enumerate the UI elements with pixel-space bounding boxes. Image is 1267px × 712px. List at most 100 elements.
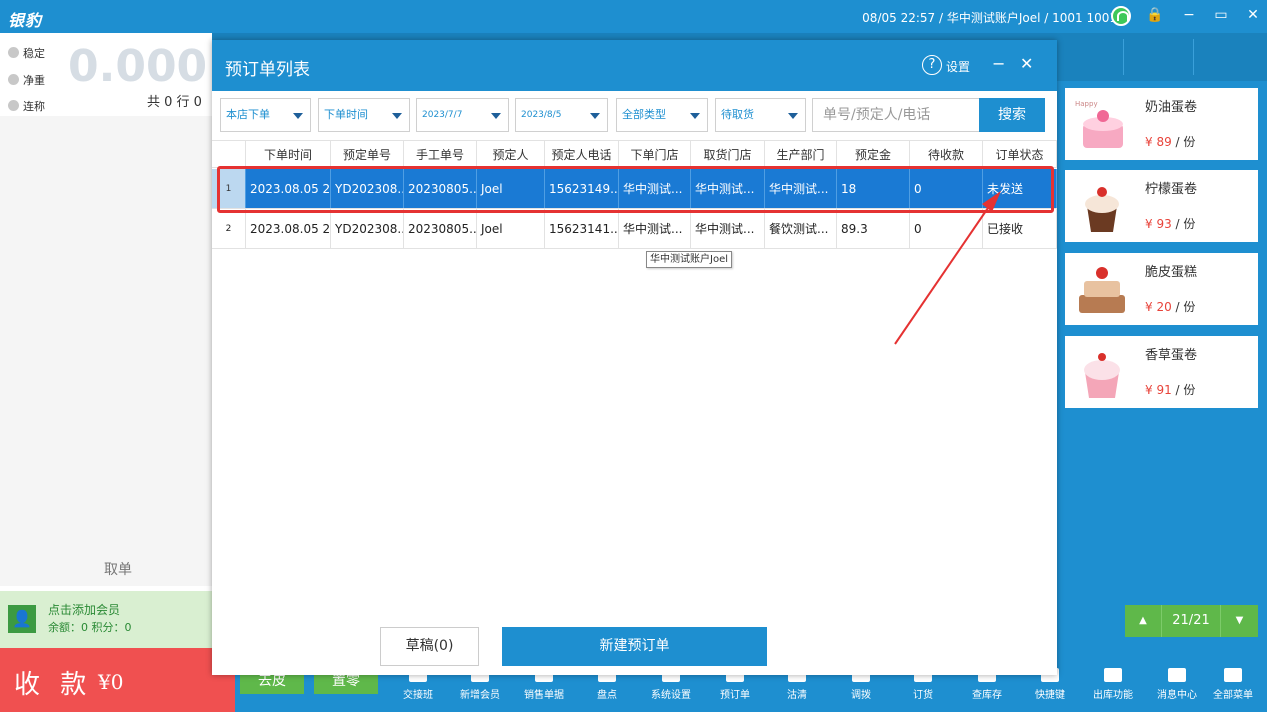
time-type-select[interactable]: 下单时间: [318, 98, 410, 132]
toolbar-item-label: 预订单: [720, 690, 750, 701]
toolbar-item-label: 交接班: [403, 690, 433, 701]
row-index: 2: [212, 209, 246, 248]
dialog-title: 预订单列表: [225, 60, 310, 80]
minimize-icon[interactable]: −: [1181, 7, 1197, 23]
tooltip: 华中测试账户Joel: [646, 251, 732, 268]
table-cell: Joel: [477, 209, 545, 248]
filter-bar: 本店下单 下单时间 2023/7/7 2023/8/5 全部类型 待取货 单号/…: [212, 91, 1057, 139]
product-name: 香草蛋卷: [1145, 348, 1198, 363]
highlight-box: [217, 166, 1054, 213]
cake-image: [1069, 259, 1135, 319]
toolbar-item-label: 盘点: [597, 690, 617, 701]
toolbar-item-label: 调拨: [851, 690, 871, 701]
close-icon[interactable]: ✕: [1245, 7, 1261, 23]
scale-net: 净重: [8, 72, 45, 88]
product-price: ¥ 91 / 份: [1145, 383, 1196, 397]
product-card[interactable]: 脆皮蛋糕 ¥ 20 / 份: [1065, 253, 1258, 325]
page-up-button[interactable]: ▲: [1125, 605, 1161, 637]
chevron-down-icon: [491, 113, 501, 119]
chevron-down-icon: [690, 113, 700, 119]
draft-button[interactable]: 草稿(0): [380, 627, 479, 666]
search-button[interactable]: 搜索: [979, 98, 1045, 132]
table-header: 下单时间 预定单号 手工单号 预定人 预定人电话 下单门店 取货门店 生产部门 预定金 待收款 订单…: [212, 140, 1057, 168]
scale-continuous: 连称: [8, 98, 45, 114]
product-price: ¥ 20 / 份: [1145, 300, 1196, 314]
settings-button[interactable]: 设置: [946, 58, 970, 75]
product-price: ¥ 89 / 份: [1145, 135, 1196, 149]
table-cell: 餐饮测试...: [765, 209, 837, 248]
new-reservation-button[interactable]: 新建预订单: [502, 627, 767, 666]
column-header: 预定人: [477, 141, 545, 167]
product-name: 柠檬蛋卷: [1145, 182, 1198, 197]
toolbar-item-label: 销售单据: [524, 690, 564, 701]
app-logo: 银豹: [8, 11, 43, 30]
toolbar-item[interactable]: 出库功能: [1083, 648, 1143, 712]
table-cell: 2023.08.05 2...: [246, 209, 331, 248]
product-card[interactable]: Happy 奶油蛋卷 ¥ 89 / 份: [1065, 88, 1258, 160]
dialog-header: 预订单列表 ? 设置 − ✕: [212, 40, 1057, 91]
status-select[interactable]: 待取货: [715, 98, 806, 132]
toolbar-item[interactable]: 消息中心: [1147, 648, 1207, 712]
type-select[interactable]: 全部类型: [616, 98, 708, 132]
take-order-button[interactable]: 取单: [104, 559, 132, 579]
chevron-down-icon: [788, 113, 798, 119]
date-to-select[interactable]: 2023/8/5: [515, 98, 608, 132]
help-icon[interactable]: ?: [922, 55, 942, 75]
page-down-button[interactable]: ▼: [1221, 605, 1258, 637]
table-row[interactable]: 22023.08.05 2...YD202308...20230805...Jo…: [212, 209, 1057, 249]
weight-display: 0.000: [68, 41, 208, 92]
column-header: 取货门店: [691, 141, 765, 167]
dialog-close-icon[interactable]: ✕: [1020, 54, 1033, 73]
lock-icon[interactable]: 🔒: [1146, 7, 1163, 23]
toolbar-item-label: 全部菜单: [1213, 690, 1253, 701]
status-dot-icon: [8, 74, 19, 85]
table-cell: 已接收: [983, 209, 1057, 248]
wifi-icon: [1111, 6, 1131, 26]
table-cell: YD202308...: [331, 209, 404, 248]
status-dot-icon: [8, 47, 19, 58]
date-from-select[interactable]: 2023/7/7: [416, 98, 509, 132]
column-header: 手工单号: [404, 141, 477, 167]
left-panel: 稳定 净重 连称 0.000 共 0 行 0 取单 👤 点击添加会员 余额：0 …: [0, 33, 212, 648]
scale-stable: 稳定: [8, 45, 45, 61]
cake-image: [1069, 176, 1135, 236]
user-icon: 👤: [8, 605, 36, 633]
status-info: 08/05 22:57 / 华中测试账户Joel / 1001 1001: [862, 11, 1117, 25]
pay-button[interactable]: 收 款 ¥0: [0, 648, 235, 712]
search-input[interactable]: 单号/预定人/电话: [812, 98, 980, 132]
toolbar-item-label: 快捷键: [1035, 690, 1065, 701]
toolbar-item-label: 新增会员: [460, 690, 500, 701]
row-count: 共 0 行 0: [147, 95, 202, 110]
category-divider: [1193, 39, 1194, 75]
product-pager: ▲ 21/21 ▼: [1125, 605, 1258, 637]
table-cell: 15623141...: [545, 209, 619, 248]
toolbar-item-label: 沽清: [787, 690, 807, 701]
pay-amount: ¥0: [98, 670, 124, 694]
dialog-minimize-icon[interactable]: −: [992, 54, 1005, 73]
toolbar-item-label: 消息中心: [1157, 690, 1197, 701]
store-select[interactable]: 本店下单: [220, 98, 311, 132]
column-header: 待收款: [910, 141, 983, 167]
table-cell: 89.3: [837, 209, 910, 248]
table-cell: 华中测试...: [691, 209, 765, 248]
chevron-down-icon: [293, 113, 303, 119]
title-bar: 银豹 08/05 22:57 / 华中测试账户Joel / 1001 1001 …: [0, 0, 1267, 33]
status-dot-icon: [8, 100, 19, 111]
toolbar-item[interactable]: 全部菜单: [1203, 648, 1263, 712]
restore-icon[interactable]: ▭: [1213, 7, 1229, 23]
product-name: 脆皮蛋糕: [1145, 265, 1198, 280]
column-header: 生产部门: [765, 141, 837, 167]
toolbar-icon: [1224, 668, 1242, 682]
toolbar-item-label: 出库功能: [1093, 690, 1133, 701]
chevron-down-icon: [392, 113, 402, 119]
pay-label: 收 款: [14, 670, 93, 700]
add-member-panel[interactable]: 👤 点击添加会员 余额：0 积分：0: [0, 591, 212, 648]
product-card[interactable]: 柠檬蛋卷 ¥ 93 / 份: [1065, 170, 1258, 242]
add-member-label: 点击添加会员: [48, 603, 121, 617]
product-price: ¥ 93 / 份: [1145, 217, 1196, 231]
header-index: [212, 141, 246, 167]
product-card[interactable]: 香草蛋卷 ¥ 91 / 份: [1065, 336, 1258, 408]
table-cell: 20230805...: [404, 209, 477, 248]
dialog-backdrop-strip: [212, 33, 1057, 40]
toolbar-item-label: 系统设置: [651, 690, 691, 701]
